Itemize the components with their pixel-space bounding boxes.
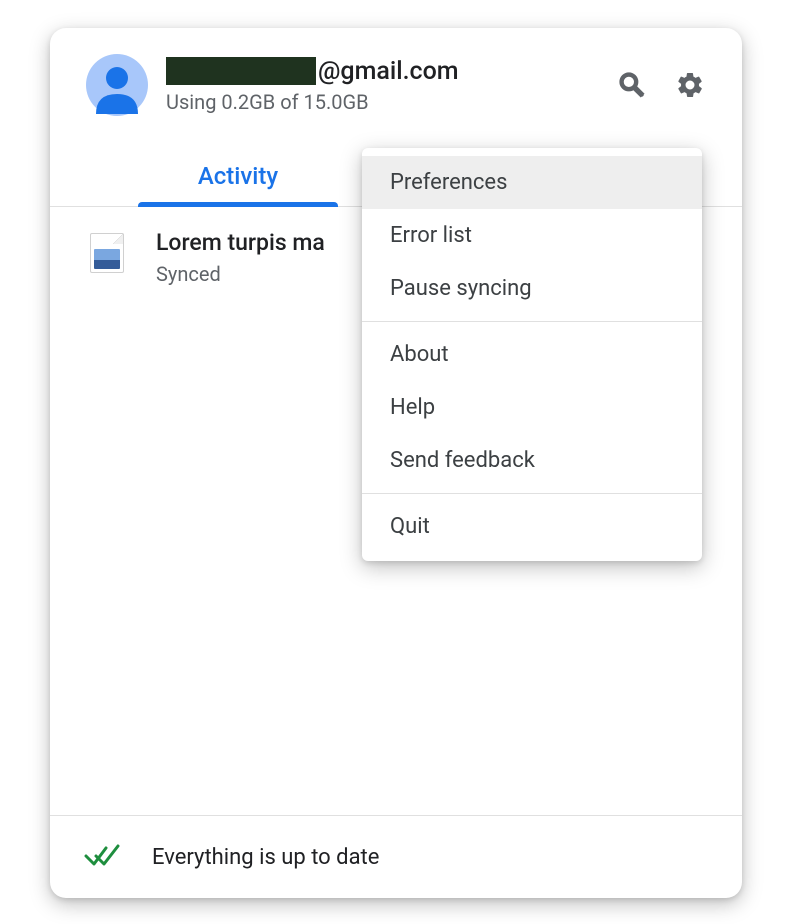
file-info: Lorem turpis ma Synced — [156, 229, 325, 286]
account-email: @gmail.com — [166, 57, 600, 86]
account-info: @gmail.com Using 0.2GB of 15.0GB — [166, 57, 600, 114]
menu-about[interactable]: About — [362, 328, 702, 381]
search-button[interactable] — [610, 63, 654, 107]
double-check-icon — [84, 840, 124, 874]
redacted-name — [166, 57, 316, 85]
file-status: Synced — [156, 262, 325, 286]
settings-menu: Preferences Error list Pause syncing Abo… — [362, 148, 702, 561]
image-file-icon — [90, 233, 130, 273]
menu-pause-syncing[interactable]: Pause syncing — [362, 262, 702, 315]
menu-error-list[interactable]: Error list — [362, 209, 702, 262]
storage-usage: Using 0.2GB of 15.0GB — [166, 90, 600, 114]
tab-activity-label: Activity — [198, 162, 278, 190]
footer-status: Everything is up to date — [152, 845, 379, 870]
menu-preferences[interactable]: Preferences — [362, 156, 702, 209]
drive-panel: @gmail.com Using 0.2GB of 15.0GB Activit… — [50, 28, 742, 898]
settings-button[interactable] — [668, 63, 712, 107]
file-name: Lorem turpis ma — [156, 229, 325, 256]
search-icon — [617, 70, 647, 100]
avatar[interactable] — [86, 54, 148, 116]
menu-help[interactable]: Help — [362, 381, 702, 434]
footer: Everything is up to date — [50, 815, 742, 898]
menu-separator — [362, 321, 702, 322]
gear-icon — [675, 70, 705, 100]
header-actions — [610, 63, 712, 107]
menu-separator — [362, 493, 702, 494]
email-suffix: @gmail.com — [318, 57, 459, 86]
tab-activity[interactable]: Activity — [80, 148, 396, 206]
menu-send-feedback[interactable]: Send feedback — [362, 434, 702, 487]
header: @gmail.com Using 0.2GB of 15.0GB — [50, 28, 742, 130]
menu-quit[interactable]: Quit — [362, 500, 702, 553]
